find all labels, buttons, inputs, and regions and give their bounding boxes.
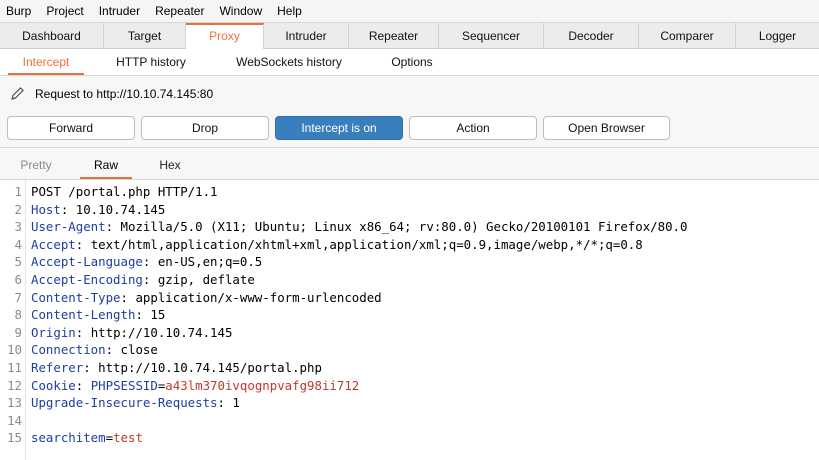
cookie-value: a43lm370ivqognpvafg98ii712 (165, 377, 360, 393)
request-target-label: Request to http://10.10.74.145:80 (35, 87, 214, 101)
header-line: User-Agent: Mozilla/5.0 (X11; Ubuntu; Li… (31, 219, 688, 235)
cookie-name: PHPSESSID (90, 377, 158, 393)
tab-options[interactable]: Options (378, 49, 446, 75)
line-number: 14 (7, 412, 22, 428)
header-name: Upgrade-Insecure-Requests (31, 395, 218, 411)
proxy-tab-bar: Intercept HTTP history WebSockets histor… (0, 49, 819, 76)
tab-sequencer[interactable]: Sequencer (439, 23, 544, 49)
header-name: Cookie (31, 377, 76, 393)
header-line: Accept-Encoding: gzip, deflate (31, 272, 255, 287)
line-number: 10 (7, 342, 22, 358)
header-line: Origin: http://10.10.74.145 (31, 324, 233, 340)
header-line: Upgrade-Insecure-Requests: 1 (31, 395, 240, 411)
tab-repeater[interactable]: Repeater (349, 23, 439, 49)
menu-intruder[interactable]: Intruder (99, 4, 140, 18)
tab-websockets-history[interactable]: WebSockets history (218, 49, 360, 75)
pencil-icon[interactable] (9, 86, 25, 102)
header-line: Referer: http://10.10.74.145/portal.php (31, 360, 322, 375)
open-browser-button[interactable]: Open Browser (543, 116, 670, 140)
header-line: Accept: text/html,application/xhtml+xml,… (31, 236, 643, 252)
cookie-line: Cookie: PHPSESSID=a43lm370ivqognpvafg98i… (31, 377, 360, 393)
line-number: 12 (7, 377, 22, 393)
menu-help[interactable]: Help (277, 4, 302, 18)
header-value: en-US,en;q=0.5 (157, 254, 263, 270)
header-value: 1 (232, 395, 240, 411)
header-name: Accept (31, 236, 76, 252)
line-number: 11 (7, 360, 22, 375)
header-value: text/html,application/xhtml+xml,applicat… (90, 236, 643, 252)
tab-target[interactable]: Target (104, 23, 186, 49)
request-line: POST /portal.php HTTP/1.1 (31, 184, 218, 199)
menu-repeater[interactable]: Repeater (155, 4, 204, 18)
request-info: Request to http://10.10.74.145:80 (0, 76, 819, 112)
header-value: 15 (150, 307, 166, 323)
message-view-tabs: Pretty Raw Hex (0, 148, 819, 180)
line-number: 1 (14, 184, 22, 199)
header-value: 10.10.74.145 (75, 201, 166, 217)
line-number: 9 (14, 324, 22, 340)
header-name: Content-Length (31, 307, 136, 323)
tab-pretty[interactable]: Pretty (10, 148, 62, 179)
header-value: application/x-www-form-urlencoded (135, 289, 382, 305)
header-line: Content-Type: application/x-www-form-url… (31, 289, 382, 305)
line-number: 4 (14, 236, 22, 252)
header-value: close (120, 342, 158, 358)
tab-dashboard[interactable]: Dashboard (0, 23, 104, 49)
main-tab-bar: Dashboard Target Proxy Intruder Repeater… (0, 22, 819, 49)
header-name: Content-Type (31, 289, 121, 305)
header-line: Host: 10.10.74.145 (31, 201, 166, 217)
menu-window[interactable]: Window (219, 4, 262, 18)
param-name: searchitem (31, 430, 106, 446)
line-number: 8 (14, 307, 22, 323)
header-name: Referer (31, 360, 84, 375)
line-number: 6 (14, 272, 22, 287)
menu-burp[interactable]: Burp (6, 4, 31, 18)
intercept-toggle-button[interactable]: Intercept is on (275, 116, 403, 140)
tab-comparer[interactable]: Comparer (639, 23, 736, 49)
body-line: searchitem=test (31, 430, 143, 446)
line-number: 7 (14, 289, 22, 305)
drop-button[interactable]: Drop (141, 116, 269, 140)
header-name: Origin (31, 324, 76, 340)
header-value: gzip, deflate (157, 272, 255, 287)
header-name: Host (31, 201, 61, 217)
tab-hex[interactable]: Hex (144, 148, 196, 179)
forward-button[interactable]: Forward (7, 116, 135, 140)
tab-http-history[interactable]: HTTP history (98, 49, 204, 75)
header-line: Connection: close (31, 342, 158, 358)
action-button[interactable]: Action (409, 116, 537, 140)
header-value: Mozilla/5.0 (X11; Ubuntu; Linux x86_64; … (120, 219, 688, 235)
gutter-divider (25, 180, 26, 460)
tab-decoder[interactable]: Decoder (544, 23, 639, 49)
line-number: 3 (14, 219, 22, 235)
header-name: Connection (31, 342, 106, 358)
line-number: 2 (14, 201, 22, 217)
param-value: test (113, 430, 143, 446)
header-value: http://10.10.74.145 (90, 324, 233, 340)
intercept-toolbar: Forward Drop Intercept is on Action Open… (0, 112, 819, 148)
header-name: Accept-Language (31, 254, 143, 270)
request-editor[interactable]: 1 POST /portal.php HTTP/1.1 2 Host: 10.1… (0, 180, 819, 460)
tab-intercept[interactable]: Intercept (8, 49, 84, 75)
header-name: Accept-Encoding (31, 272, 143, 287)
header-name: User-Agent (31, 219, 106, 235)
menu-project[interactable]: Project (46, 4, 83, 18)
menu-bar: Burp Project Intruder Repeater Window He… (0, 0, 819, 22)
line-number: 15 (7, 430, 22, 446)
header-line: Accept-Language: en-US,en;q=0.5 (31, 254, 263, 270)
tab-logger[interactable]: Logger (736, 23, 819, 49)
line-number: 5 (14, 254, 22, 270)
tab-intruder[interactable]: Intruder (264, 23, 349, 49)
tab-raw[interactable]: Raw (80, 148, 132, 179)
header-line: Content-Length: 15 (31, 307, 166, 323)
line-number: 13 (7, 395, 22, 411)
header-value: http://10.10.74.145/portal.php (98, 360, 322, 375)
tab-proxy[interactable]: Proxy (186, 23, 264, 49)
